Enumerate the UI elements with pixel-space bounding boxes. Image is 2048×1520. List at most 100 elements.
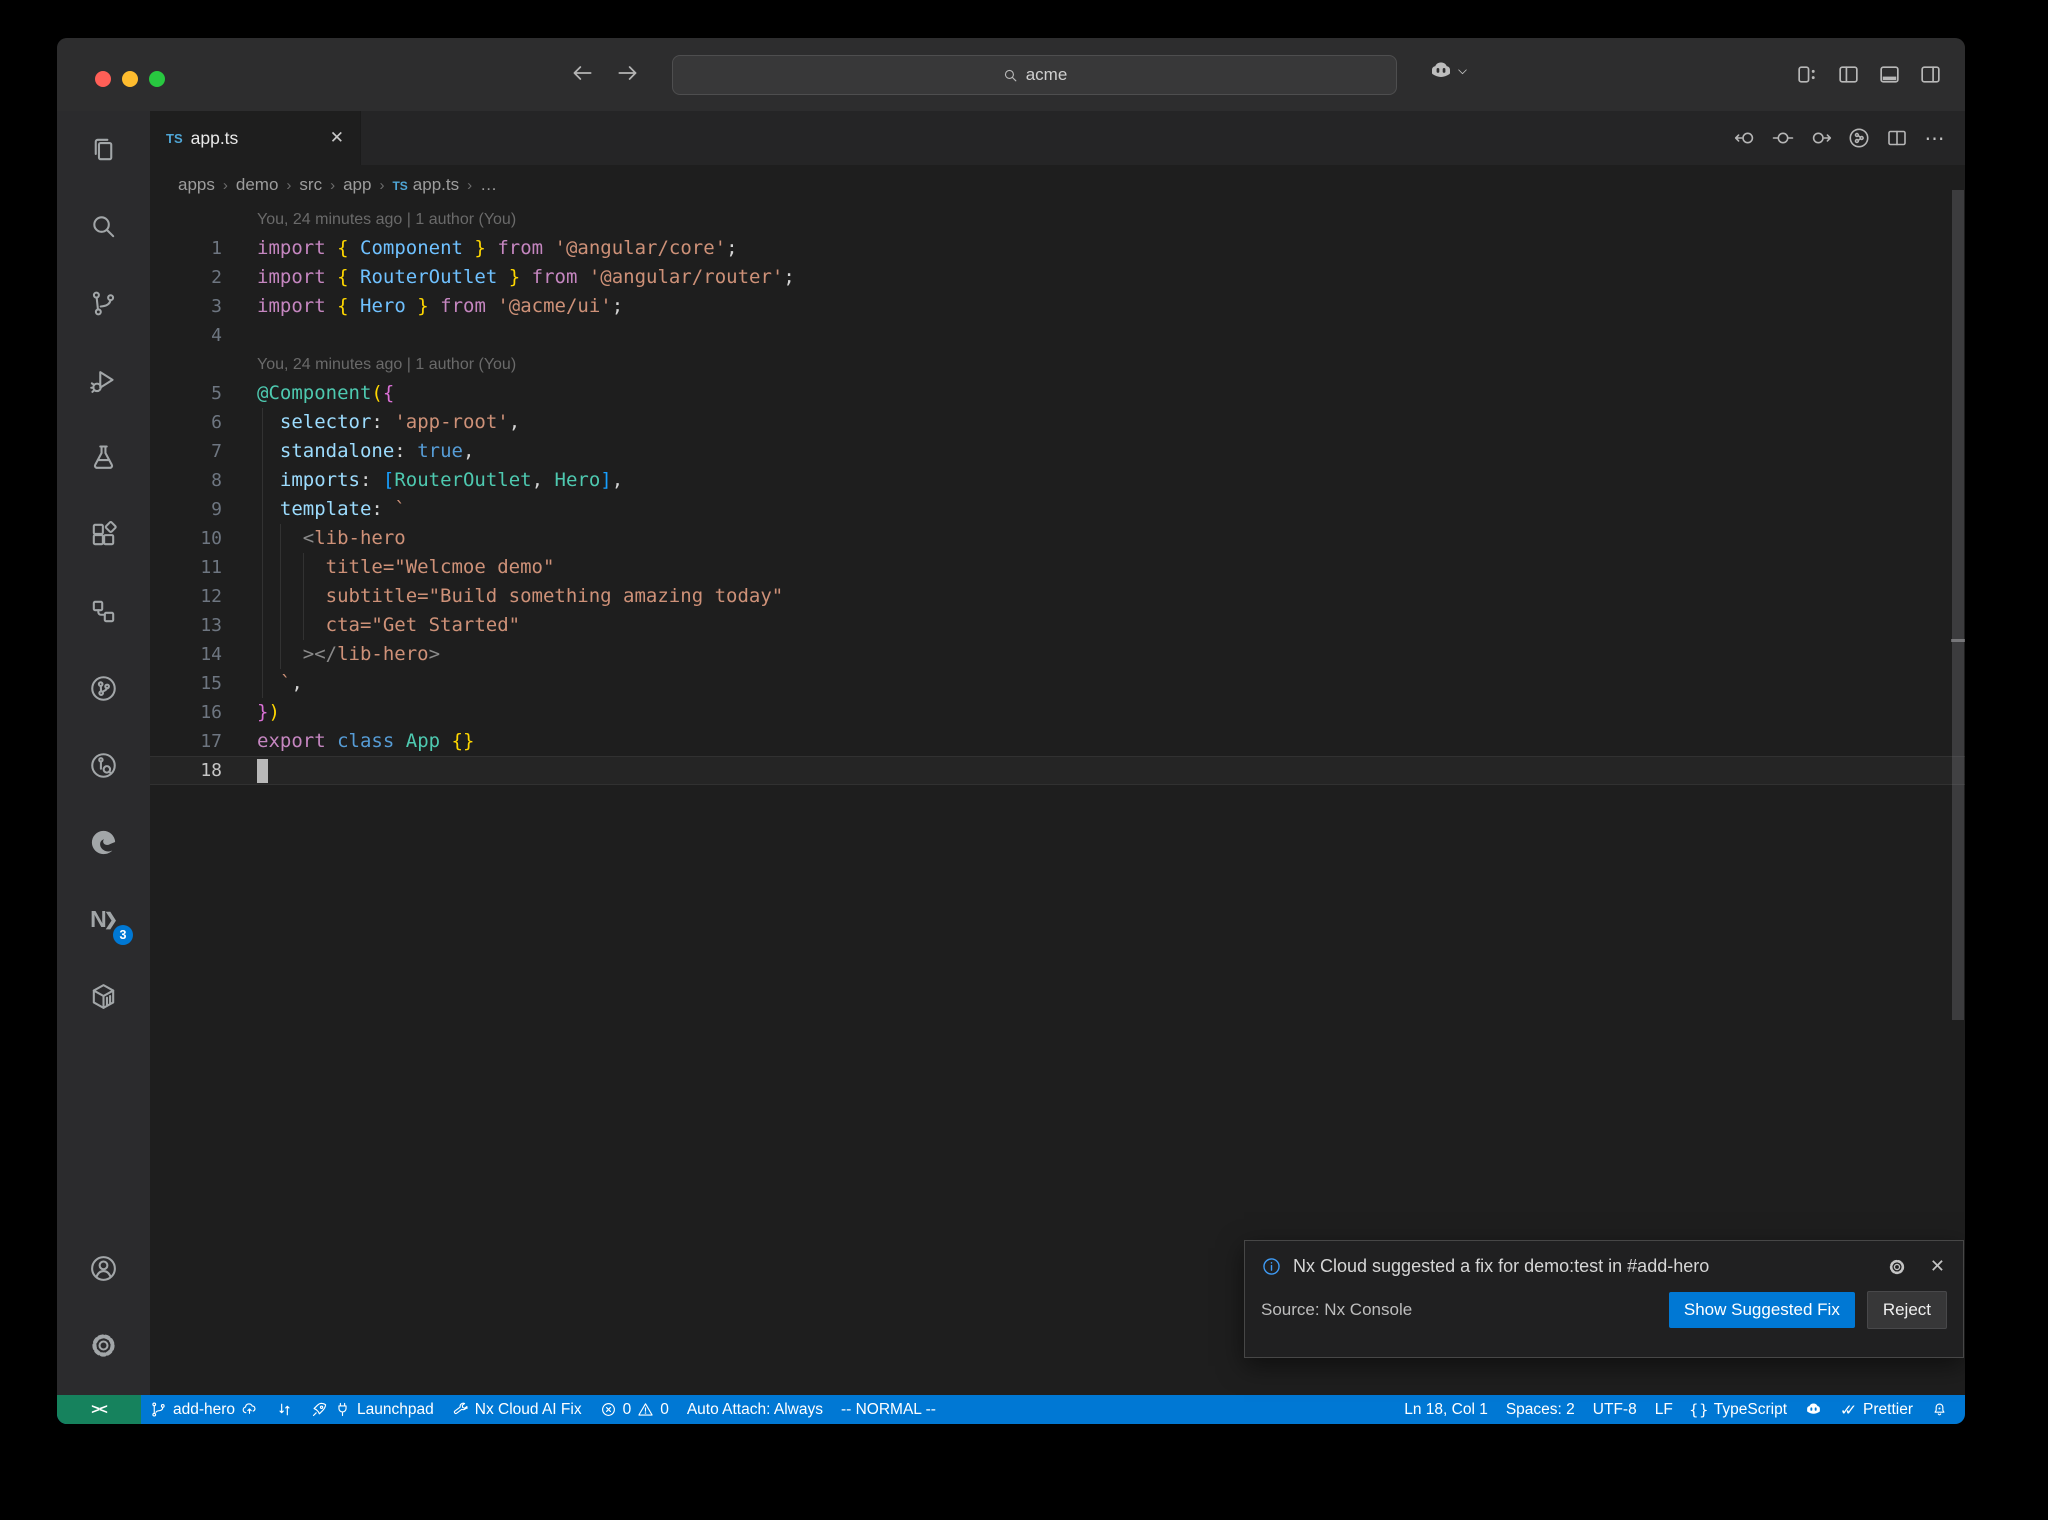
code-text: import { Hero } from '@acme/ui'; — [257, 295, 624, 317]
more-actions-button[interactable]: ⋯ — [1923, 126, 1947, 150]
breadcrumb-item-apps[interactable]: apps — [178, 175, 215, 195]
status-problems[interactable]: 00 — [591, 1395, 678, 1424]
notification-settings-icon[interactable] — [1887, 1257, 1907, 1277]
status-vim-mode[interactable]: -- NORMAL -- — [832, 1395, 945, 1424]
git-branch-icon — [150, 1401, 167, 1418]
activity-item-search[interactable] — [57, 188, 150, 265]
minimize-window-button[interactable] — [122, 71, 138, 87]
gitlens-inspect-icon — [88, 750, 119, 781]
activity-item-extensions[interactable] — [57, 496, 150, 573]
scrollbar-thumb[interactable] — [1952, 190, 1964, 1020]
customize-layout-button[interactable] — [1795, 62, 1820, 87]
git-blame-codelens[interactable]: You, 24 minutes ago | 1 author (You) — [257, 211, 516, 229]
breadcrumb-item-demo[interactable]: demo — [236, 175, 279, 195]
activity-item-containers[interactable] — [57, 958, 150, 1035]
reject-button[interactable]: Reject — [1866, 1291, 1947, 1329]
copilot-menu[interactable] — [1429, 59, 1469, 83]
breadcrumb-item-app-ts[interactable]: TS app.ts — [392, 175, 459, 195]
typescript-file-icon: TS — [392, 179, 408, 193]
remote-indicator[interactable]: >< — [57, 1395, 141, 1424]
settings-gear-icon — [88, 1330, 119, 1361]
code-text: <lib-hero — [302, 527, 406, 549]
gitlens-compare-button[interactable] — [1771, 126, 1795, 150]
warning-icon — [637, 1401, 654, 1418]
activity-item-source-control[interactable] — [57, 265, 150, 342]
activity-item-manage[interactable] — [57, 1307, 150, 1384]
gitlens-next-change-button[interactable] — [1809, 126, 1833, 150]
gitlens-previous-change-button[interactable] — [1733, 126, 1757, 150]
command-center-search[interactable]: acme — [672, 55, 1397, 95]
status-cursor-position[interactable]: Ln 18, Col 1 — [1395, 1395, 1497, 1424]
activity-item-gitlens-inspect[interactable] — [57, 727, 150, 804]
notification-close-icon[interactable]: ✕ — [1928, 1256, 1947, 1277]
code-text: import { Component } from '@angular/core… — [257, 237, 738, 259]
status-notifications[interactable] — [1922, 1395, 1957, 1424]
tab-app-ts[interactable]: TS app.ts ✕ — [150, 111, 361, 165]
braces-icon: {} — [1689, 1400, 1710, 1419]
search-icon — [88, 211, 119, 242]
toggle-primary-sidebar-button[interactable] — [1836, 62, 1861, 87]
boxes-icon — [88, 596, 119, 627]
code-text: subtitle="Build something amazing today" — [325, 585, 784, 607]
gitlens-graph-button[interactable] — [1847, 126, 1871, 150]
code-line-7: 7 standalone: true, — [150, 437, 1965, 466]
code-line-13: 13 cta="Get Started" — [150, 611, 1965, 640]
toggle-secondary-sidebar-button[interactable] — [1918, 62, 1943, 87]
code-text: standalone: true, — [279, 440, 475, 462]
status-text: add-hero — [173, 1400, 236, 1418]
back-button[interactable] — [569, 60, 595, 86]
status-launchpad[interactable]: Launchpad — [302, 1395, 443, 1424]
breadcrumb-item-app[interactable]: app — [343, 175, 371, 195]
status-copilot[interactable] — [1796, 1395, 1831, 1424]
line-number: 17 — [200, 731, 222, 752]
git-blame-codelens[interactable]: You, 24 minutes ago | 1 author (You) — [257, 356, 516, 374]
split-editor-button[interactable] — [1885, 126, 1909, 150]
code-line-16: 16}) — [150, 698, 1965, 727]
code-text: @Component({ — [257, 382, 395, 404]
activity-item-project-graph[interactable] — [57, 573, 150, 650]
code-line-3: 3 import { Hero } from '@acme/ui'; — [150, 292, 1965, 321]
status-auto-attach[interactable]: Auto Attach: Always — [678, 1395, 832, 1424]
close-window-button[interactable] — [95, 71, 111, 87]
status-text: Auto Attach: Always — [686, 1400, 823, 1418]
code-line-6: 6 selector: 'app-root', — [150, 408, 1965, 437]
code-text: selector: 'app-root', — [279, 411, 521, 433]
activity-item-accounts[interactable] — [57, 1230, 150, 1307]
blame-annotation-row: You, 24 minutes ago | 1 author (You) — [150, 350, 1965, 379]
plug-icon — [334, 1401, 351, 1418]
code-line-15: 15 `, — [150, 669, 1965, 698]
status-git-compare[interactable] — [267, 1395, 302, 1424]
activity-item-testing[interactable] — [57, 419, 150, 496]
activity-item-run-and-debug[interactable] — [57, 342, 150, 419]
breadcrumb-item-src[interactable]: src — [299, 175, 322, 195]
status-end-of-line[interactable]: LF — [1646, 1395, 1682, 1424]
activity-item-edge-devtools[interactable] — [57, 804, 150, 881]
status-nx-cloud-ai-fix[interactable]: Nx Cloud AI Fix — [443, 1395, 591, 1424]
code-text: imports: [RouterOutlet, Hero], — [279, 469, 624, 491]
activity-item-gitlens[interactable] — [57, 650, 150, 727]
zoom-window-button[interactable] — [149, 71, 165, 87]
status-formatter[interactable]: ✓✓ Prettier — [1831, 1395, 1922, 1424]
window-controls — [95, 71, 165, 87]
cloud-upload-icon — [241, 1401, 258, 1418]
status-indentation[interactable]: Spaces: 2 — [1497, 1395, 1584, 1424]
forward-button[interactable] — [615, 60, 641, 86]
status-encoding[interactable]: UTF-8 — [1584, 1395, 1646, 1424]
code-editor[interactable]: You, 24 minutes ago | 1 author (You) 1 imp… — [150, 205, 1965, 1395]
notification-toast: Nx Cloud suggested a fix for demo:test i… — [1244, 1240, 1964, 1358]
activity-item-explorer[interactable] — [57, 111, 150, 188]
activity-item-nx-console[interactable]: N ❯ 3 — [57, 881, 150, 958]
line-number: 7 — [211, 441, 222, 462]
status-text: LF — [1654, 1400, 1673, 1418]
close-tab-icon[interactable]: ✕ — [326, 126, 348, 150]
status-bar: >< add-hero Launchpad Nx Cloud AI Fix 0 0 Aut… — [57, 1395, 1965, 1424]
breadcrumb-item--[interactable]: … — [480, 175, 497, 195]
line-number: 9 — [211, 499, 222, 520]
toggle-panel-button[interactable] — [1877, 62, 1902, 87]
status-language-mode[interactable]: {} TypeScript — [1682, 1395, 1796, 1424]
vertical-scrollbar[interactable] — [1951, 165, 1965, 1395]
code-line-11: 11 title="Welcmoe demo" — [150, 553, 1965, 582]
show-suggested-fix-button[interactable]: Show Suggested Fix — [1668, 1292, 1855, 1328]
status-git-branch[interactable]: add-hero — [141, 1395, 267, 1424]
copilot-icon — [1429, 59, 1453, 83]
